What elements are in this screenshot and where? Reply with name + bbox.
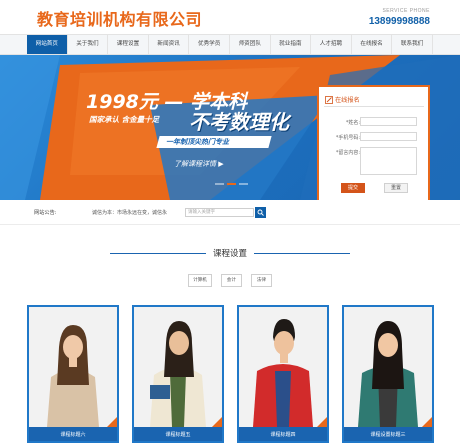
student-photo <box>239 307 327 427</box>
corner-accent <box>212 417 222 427</box>
main-nav: 网站首页 关于我们 课程设置 新闻资讯 优秀学员 师资团队 就业指南 人才招聘 在线报名 联系我们 <box>0 34 460 55</box>
nav-items: 网站首页 关于我们 课程设置 新闻资讯 优秀学员 师资团队 就业指南 人才招聘 在线报名 联系我们 <box>27 35 433 54</box>
tag-accounting[interactable]: 会计 <box>220 274 242 287</box>
banner-tagline: 一年制顶尖热门专业 <box>166 138 229 146</box>
phone-label: *手机号码: <box>335 135 360 141</box>
banner-headline: 不考数理化 <box>189 110 289 134</box>
message-textarea[interactable] <box>360 147 417 175</box>
course-caption: 课程标题六 <box>29 427 117 441</box>
corner-accent <box>107 417 117 427</box>
tag-computer[interactable]: 计算机 <box>188 274 212 287</box>
site-header: 教育培训机构有限公司 SERVICE PHONE 13899998888 <box>0 0 460 34</box>
service-phone-label: SERVICE PHONE <box>382 8 430 14</box>
student-photo <box>134 307 222 427</box>
course-tags: 计算机 会计 法律 <box>0 274 460 287</box>
nav-item-8[interactable]: 在线报名 <box>352 35 393 54</box>
phone-input[interactable] <box>360 132 417 141</box>
search-input[interactable]: 请输入关键字 <box>185 208 254 217</box>
nav-item-5[interactable]: 师资团队 <box>230 35 271 54</box>
course-card[interactable]: 课程设置标题三 <box>342 305 434 443</box>
nav-item-9[interactable]: 联系我们 <box>392 35 433 54</box>
course-card[interactable]: 课程标题五 <box>132 305 224 443</box>
course-caption: 课程标题五 <box>134 427 222 441</box>
nav-item-7[interactable]: 人才招聘 <box>311 35 352 54</box>
banner-subtitle: 国家承认 含金量十足 <box>89 115 160 124</box>
tag-law[interactable]: 法律 <box>250 274 272 287</box>
course-details-link[interactable]: 了解课程详情 ▶ <box>174 159 224 169</box>
student-photo <box>29 307 117 427</box>
slider-dot-active[interactable] <box>227 183 236 185</box>
course-caption: 课程标题四 <box>239 427 327 441</box>
corner-accent <box>317 417 327 427</box>
form-title: 在线报名 <box>335 97 360 104</box>
corner-accent <box>422 417 432 427</box>
course-caption: 课程设置标题三 <box>344 427 432 441</box>
online-registration-form: 在线报名 *姓名: *手机号码: *留言内容: 提交 重置 <box>317 85 430 215</box>
notice-text[interactable]: 诚信为本：市场永远在变，诚信永 <box>92 209 167 216</box>
student-photo <box>344 307 432 427</box>
nav-item-4[interactable]: 优秀学员 <box>189 35 230 54</box>
slider-dots <box>215 183 248 185</box>
nav-item-3[interactable]: 新闻资讯 <box>149 35 190 54</box>
course-card[interactable]: 课程标题四 <box>237 305 329 443</box>
name-input[interactable] <box>360 117 417 126</box>
nav-item-6[interactable]: 就业指南 <box>271 35 312 54</box>
search-icon <box>257 209 264 216</box>
submit-button[interactable]: 提交 <box>341 183 365 193</box>
course-cards: 课程标题六 课程标题五 课程标题四 课程设置标题三 <box>27 305 435 443</box>
name-label: *姓名: <box>345 120 360 126</box>
message-label: *留言内容: <box>335 150 360 156</box>
slider-dot[interactable] <box>215 183 224 185</box>
slider-dot[interactable] <box>239 183 248 185</box>
reset-button[interactable]: 重置 <box>384 183 408 193</box>
course-card[interactable]: 课程标题六 <box>27 305 119 443</box>
search-button[interactable] <box>255 207 266 218</box>
divider <box>324 106 424 107</box>
notice-label: 网站公告: <box>34 210 57 216</box>
nav-item-2[interactable]: 课程设置 <box>108 35 149 54</box>
site-logo[interactable]: 教育培训机构有限公司 <box>37 6 202 30</box>
nav-item-0[interactable]: 网站首页 <box>27 35 68 54</box>
service-phone-number: 13899998888 <box>368 16 430 27</box>
title-line-right <box>254 253 350 254</box>
edit-icon <box>325 95 333 104</box>
form-header: 在线报名 <box>325 95 360 104</box>
nav-item-1[interactable]: 关于我们 <box>68 35 109 54</box>
